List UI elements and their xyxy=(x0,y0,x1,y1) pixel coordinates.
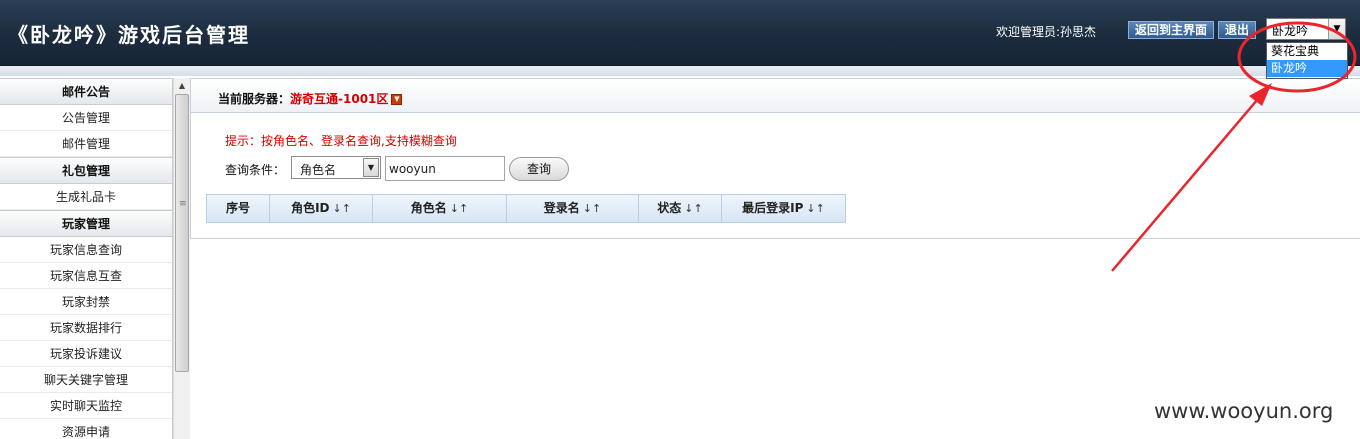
col-role-name-label: 角色名 xyxy=(410,201,447,215)
sidebar-item-player-ban[interactable]: 玩家封禁 xyxy=(0,289,172,315)
query-field-value: 角色名 xyxy=(300,163,337,177)
server-bar: 当前服务器：游奇互通-1001区 ▼ xyxy=(191,79,1360,113)
col-status-label: 状态 xyxy=(657,201,682,215)
chevron-down-icon[interactable]: ▼ xyxy=(1328,19,1345,39)
sidebar-item-announcements[interactable]: 公告管理 xyxy=(0,105,172,131)
sidebar-item-chat-monitor[interactable]: 实时聊天监控 xyxy=(0,393,172,419)
sidebar-scrollbar[interactable]: ▲ ≡ xyxy=(173,78,190,439)
sidebar-item-chat-keywords[interactable]: 聊天关键字管理 xyxy=(0,367,172,393)
current-server: 当前服务器：游奇互通-1001区 ▼ xyxy=(218,90,403,107)
sidebar-item-resource-request[interactable]: 资源申请 xyxy=(0,419,172,439)
header-subbar xyxy=(0,66,1360,76)
sidebar-item-player-query[interactable]: 玩家信息查询 xyxy=(0,237,172,263)
game-dropdown-list: 葵花宝典 卧龙吟 xyxy=(1266,42,1348,79)
server-label: 当前服务器： xyxy=(218,92,291,106)
sidebar-item-player-ranking[interactable]: 玩家数据排行 xyxy=(0,315,172,341)
server-switch-icon[interactable]: ▼ xyxy=(391,94,403,105)
query-button[interactable]: 查询 xyxy=(509,157,569,181)
server-name: 游奇互通-1001区 xyxy=(290,92,389,106)
sidebar-item-gift-cards[interactable]: 生成礼品卡 xyxy=(0,184,172,210)
top-header: 《卧龙吟》游戏后台管理 欢迎管理员:孙思杰 返回到主界面 退出 卧龙吟 ▼ xyxy=(0,0,1360,66)
watermark-text: www.wooyun.org xyxy=(1154,399,1334,423)
query-label: 查询条件： xyxy=(225,163,286,177)
col-last-ip-label: 最后登录IP xyxy=(742,201,804,215)
back-to-main-button[interactable]: 返回到主界面 xyxy=(1128,21,1214,39)
col-login-name-label: 登录名 xyxy=(543,201,580,215)
query-field-select[interactable]: 角色名 ▼ xyxy=(291,156,381,179)
col-login-name[interactable]: 登录名 ↓↑ xyxy=(507,195,639,222)
game-option-kuihua[interactable]: 葵花宝典 xyxy=(1267,43,1347,60)
sidebar-item-player-complaints[interactable]: 玩家投诉建议 xyxy=(0,341,172,367)
game-option-wolongyin[interactable]: 卧龙吟 xyxy=(1267,60,1347,77)
sort-icon[interactable]: ↓↑ xyxy=(583,202,601,215)
sidebar-item-player-crosscheck[interactable]: 玩家信息互查 xyxy=(0,263,172,289)
query-input[interactable] xyxy=(385,156,505,181)
app-title: 《卧龙吟》游戏后台管理 xyxy=(8,23,250,47)
sort-icon[interactable]: ↓↑ xyxy=(684,202,702,215)
results-table-header: 序号 角色ID ↓↑ 角色名 ↓↑ 登录名 ↓↑ 状态 ↓↑ 最后登录IP ↓↑ xyxy=(206,194,846,223)
grip-icon: ≡ xyxy=(179,199,187,209)
main-panel: 当前服务器：游奇互通-1001区 ▼ 提示：按角色名、登录名查询,支持模糊查询 查… xyxy=(190,78,1360,239)
logout-button[interactable]: 退出 xyxy=(1218,21,1256,39)
game-select[interactable]: 卧龙吟 ▼ xyxy=(1266,18,1346,40)
sidebar-section-mail[interactable]: 邮件公告 xyxy=(0,78,172,105)
col-role-id[interactable]: 角色ID ↓↑ xyxy=(270,195,373,222)
sidebar-menu: 邮件公告 公告管理 邮件管理 礼包管理 生成礼品卡 玩家管理 玩家信息查询 玩家… xyxy=(0,78,173,439)
scroll-up-icon[interactable]: ▲ xyxy=(174,78,190,94)
sort-icon[interactable]: ↓↑ xyxy=(806,202,824,215)
scroll-thumb[interactable]: ≡ xyxy=(175,94,189,372)
query-hint: 提示：按角色名、登录名查询,支持模糊查询 xyxy=(225,134,457,148)
col-index-label: 序号 xyxy=(225,201,250,215)
col-status[interactable]: 状态 ↓↑ xyxy=(639,195,722,222)
sidebar-item-mail[interactable]: 邮件管理 xyxy=(0,131,172,157)
chevron-down-icon[interactable]: ▼ xyxy=(363,158,379,177)
sidebar-section-players[interactable]: 玩家管理 xyxy=(0,210,172,237)
sidebar-section-gifts[interactable]: 礼包管理 xyxy=(0,157,172,184)
sort-icon[interactable]: ↓↑ xyxy=(333,202,351,215)
game-select-value: 卧龙吟 xyxy=(1272,24,1309,38)
col-role-id-label: 角色ID xyxy=(291,201,330,215)
sort-icon[interactable]: ↓↑ xyxy=(450,202,468,215)
col-role-name[interactable]: 角色名 ↓↑ xyxy=(373,195,507,222)
welcome-text: 欢迎管理员:孙思杰 xyxy=(996,25,1097,39)
col-last-ip[interactable]: 最后登录IP ↓↑ xyxy=(722,195,845,222)
col-index: 序号 xyxy=(207,195,270,222)
